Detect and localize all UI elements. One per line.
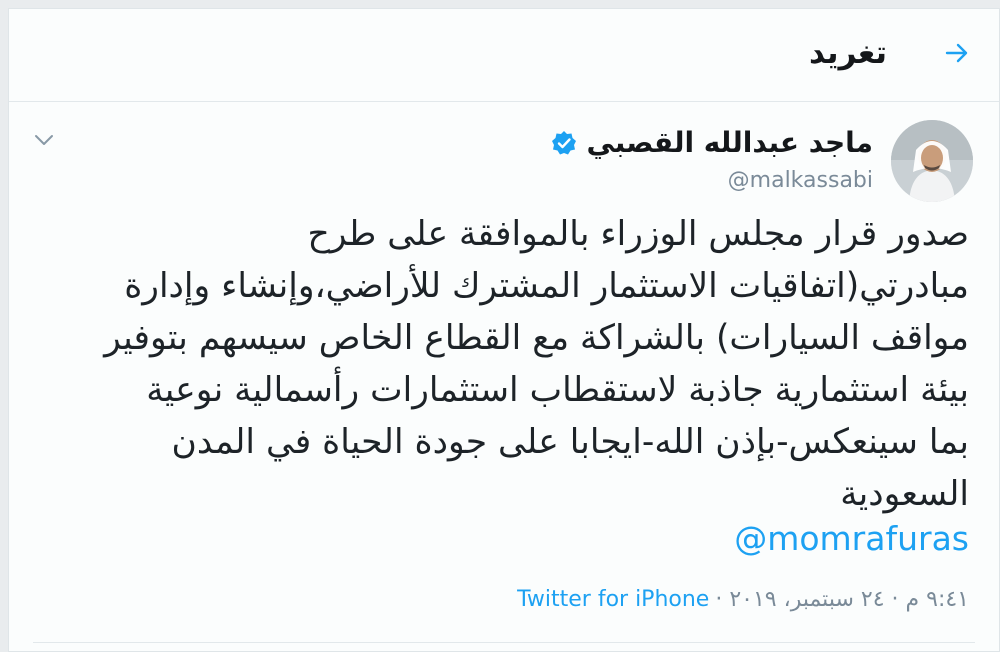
- mention-link[interactable]: @momrafuras: [734, 519, 969, 558]
- avatar[interactable]: [891, 120, 973, 202]
- chevron-down-icon[interactable]: [33, 132, 55, 148]
- page-header: تغريد: [9, 9, 999, 102]
- verified-badge-icon: [552, 130, 577, 154]
- page-title: تغريد: [809, 35, 887, 71]
- display-name[interactable]: ماجد عبدالله القصبي: [586, 126, 873, 159]
- tweet-text-line: مبادرتي(اتفاقيات الاستثمار المشترك للأرا…: [124, 266, 969, 306]
- tweet-text-line: مواقف السيارات) بالشراكة مع القطاع الخاص…: [104, 318, 969, 358]
- tweet-text-line: بما سينعكس-بإذن الله-ايجابا على جودة الح…: [171, 422, 970, 462]
- tweet-page: تغريد ماجد عبدالله القصبي @malkassabi صد…: [8, 8, 1000, 652]
- user-handle[interactable]: @malkassabi: [728, 168, 873, 193]
- tweet: ماجد عبدالله القصبي @malkassabi صدور قرا…: [9, 102, 999, 651]
- divider: [33, 642, 975, 643]
- tweet-text: صدور قرار مجلس الوزراء بالموافقة على طرح…: [39, 208, 969, 520]
- arrow-right-icon[interactable]: [943, 39, 971, 67]
- tweet-text-line: صدور قرار مجلس الوزراء بالموافقة على طرح: [307, 214, 969, 254]
- tweet-text-line: بيئة استثمارية جاذبة لاستقطاب استثمارات …: [146, 370, 969, 410]
- tweet-timestamp[interactable]: ٩:٤١ م · ٢٤ سبتمبر، ٢٠١٩ ·: [715, 587, 969, 612]
- tweet-text-line: السعودية: [840, 474, 969, 514]
- author-name-row[interactable]: ماجد عبدالله القصبي: [550, 126, 873, 159]
- tweet-source-link[interactable]: Twitter for iPhone: [517, 587, 709, 612]
- avatar-image: [891, 120, 973, 202]
- tweet-meta: ٩:٤١ م · ٢٤ سبتمبر، ٢٠١٩ · Twitter for i…: [517, 587, 969, 612]
